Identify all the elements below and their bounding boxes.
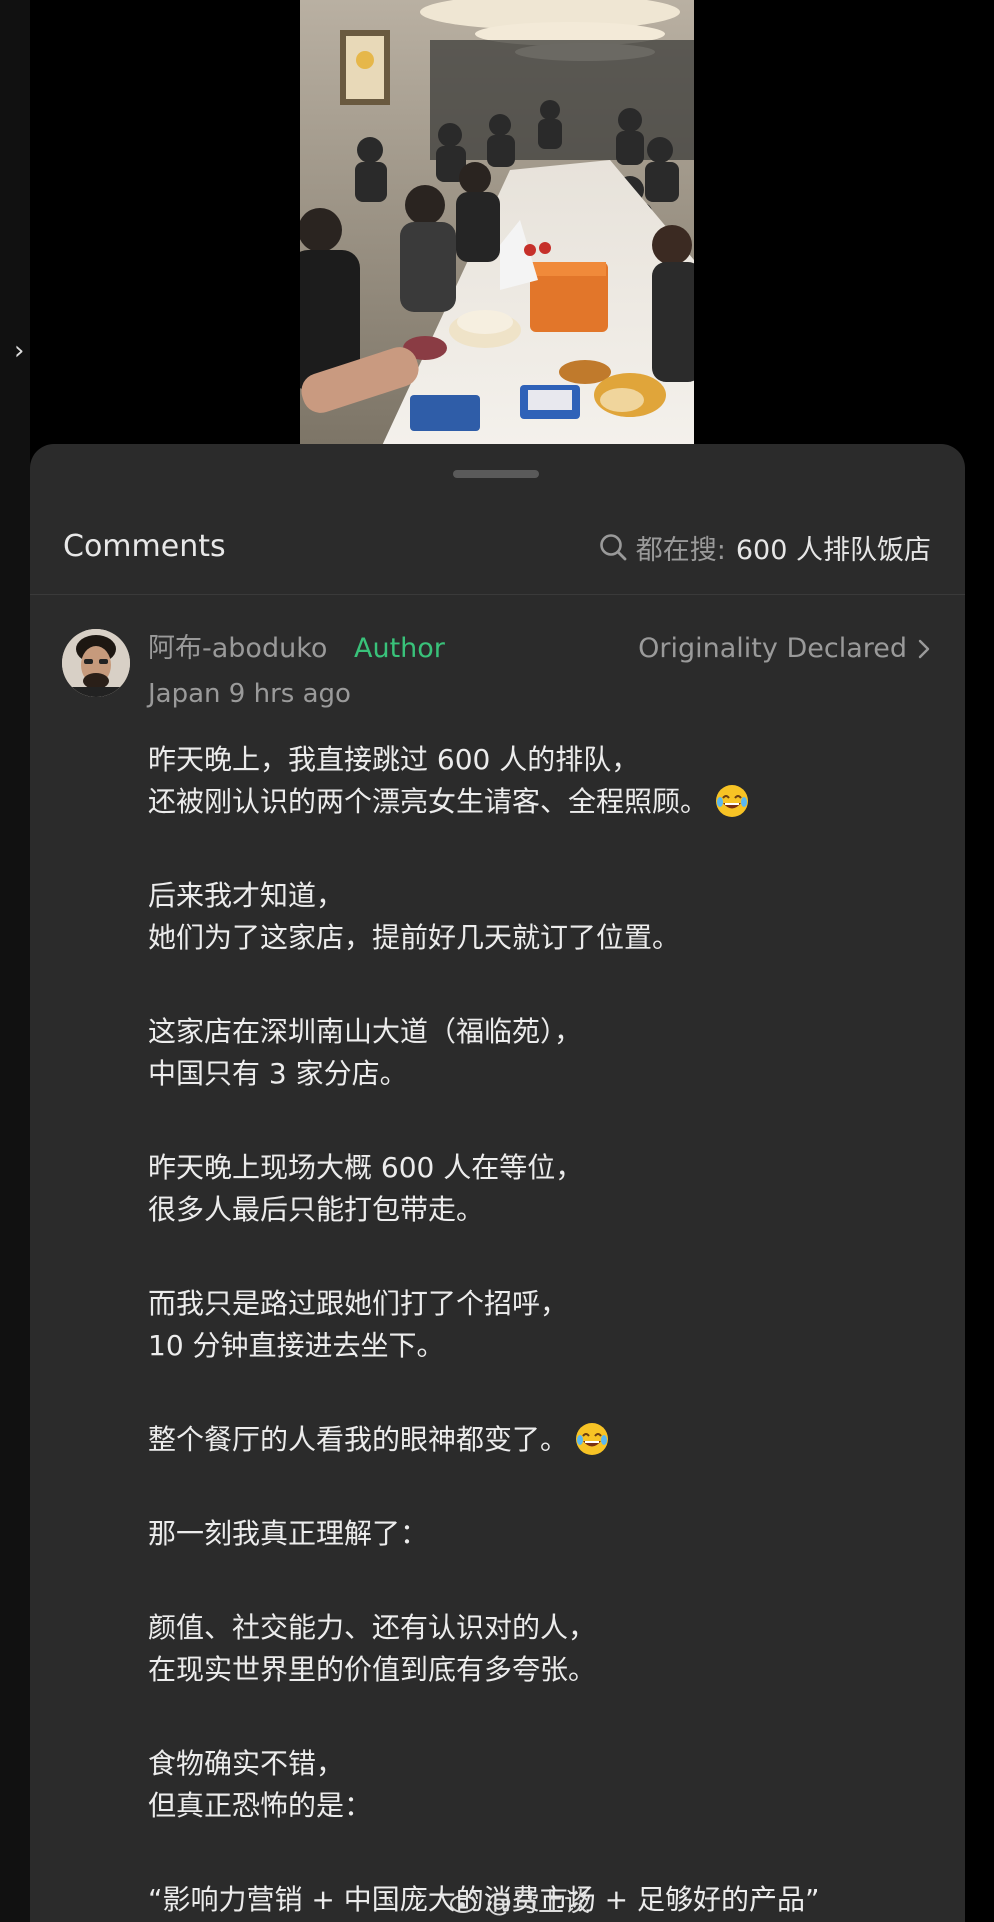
comments-title: Comments (63, 529, 226, 564)
app-screen: › Comments 都在搜: 600 人排队饭店 阿布-aboduko Aut… (0, 0, 994, 1922)
originality-declared-link[interactable]: Originality Declared (638, 629, 931, 669)
face-with-tears-of-joy-icon (576, 1423, 609, 1455)
author-badge: Author (354, 633, 445, 664)
watermark-text: @马上谈 (486, 1888, 591, 1918)
comment-line: 这家店在深圳南山大道（福临苑）， (148, 1015, 583, 1048)
originality-label: Originality Declared (638, 633, 907, 664)
comment-meta: Japan 9 hrs ago (148, 679, 351, 709)
avatar[interactable] (62, 629, 130, 697)
comments-sheet: Comments 都在搜: 600 人排队饭店 阿布-aboduko Autho… (30, 444, 965, 1922)
comment-username[interactable]: 阿布-aboduko (148, 629, 327, 669)
sheet-grabber-handle[interactable] (453, 470, 539, 478)
weibo-logo-icon (450, 1889, 478, 1913)
comment-line: 后来我才知道， (148, 879, 345, 912)
comment-line-text: 还被刚认识的两个漂亮女生请客、全程照顾。 (148, 785, 709, 818)
comment-line: 食物确实不错， (148, 1747, 345, 1780)
comment-line: 她们为了这家店，提前好几天就订了位置。 (148, 921, 681, 954)
comment-line: 很多人最后只能打包带走。 (148, 1193, 485, 1226)
face-with-tears-of-joy-icon (716, 785, 749, 817)
avatar-image (62, 629, 130, 697)
expand-chevron-icon[interactable]: › (14, 338, 36, 364)
comment-body: 昨天晚上，我直接跳过 600 人的排队， 还被刚认识的两个漂亮女生请客、全程照顾… (148, 739, 928, 1921)
comment-line: 在现实世界里的价值到底有多夸张。 (148, 1653, 597, 1686)
comment-line-with-emoji: 整个餐厅的人看我的眼神都变了。 (148, 1419, 928, 1461)
trending-search-link[interactable]: 都在搜: 600 人排队饭店 (598, 522, 931, 572)
left-edge-panel (0, 0, 30, 1922)
search-hint-prefix: 都在搜: (635, 534, 726, 566)
weibo-watermark: @马上谈 (450, 1882, 590, 1919)
search-icon (599, 534, 627, 561)
comment-line: 而我只是路过跟她们打了个招呼， (148, 1287, 569, 1320)
comments-header: Comments 都在搜: 600 人排队饭店 (30, 522, 965, 592)
comment-line: 颜值、社交能力、还有认识对的人， (148, 1611, 597, 1644)
comment-line-text: 整个餐厅的人看我的眼神都变了。 (148, 1423, 569, 1456)
comment-line-with-emoji: 还被刚认识的两个漂亮女生请客、全程照顾。 (148, 781, 928, 823)
header-divider (30, 594, 965, 595)
video-player[interactable] (300, 0, 694, 450)
search-hint-query: 600 人排队饭店 (735, 534, 931, 566)
comment-line: 昨天晚上现场大概 600 人在等位， (148, 1151, 584, 1184)
comment-line: 昨天晚上，我直接跳过 600 人的排队， (148, 743, 640, 776)
comment-line: 中国只有 3 家分店。 (148, 1057, 408, 1090)
comment-line: 但真正恐怖的是： (148, 1789, 373, 1822)
restaurant-video-frame (300, 0, 694, 450)
comment-line: 那一刻我真正理解了： (148, 1517, 429, 1550)
chevron-right-icon (918, 639, 930, 659)
comment-line: 10 分钟直接进去坐下。 (148, 1329, 445, 1362)
